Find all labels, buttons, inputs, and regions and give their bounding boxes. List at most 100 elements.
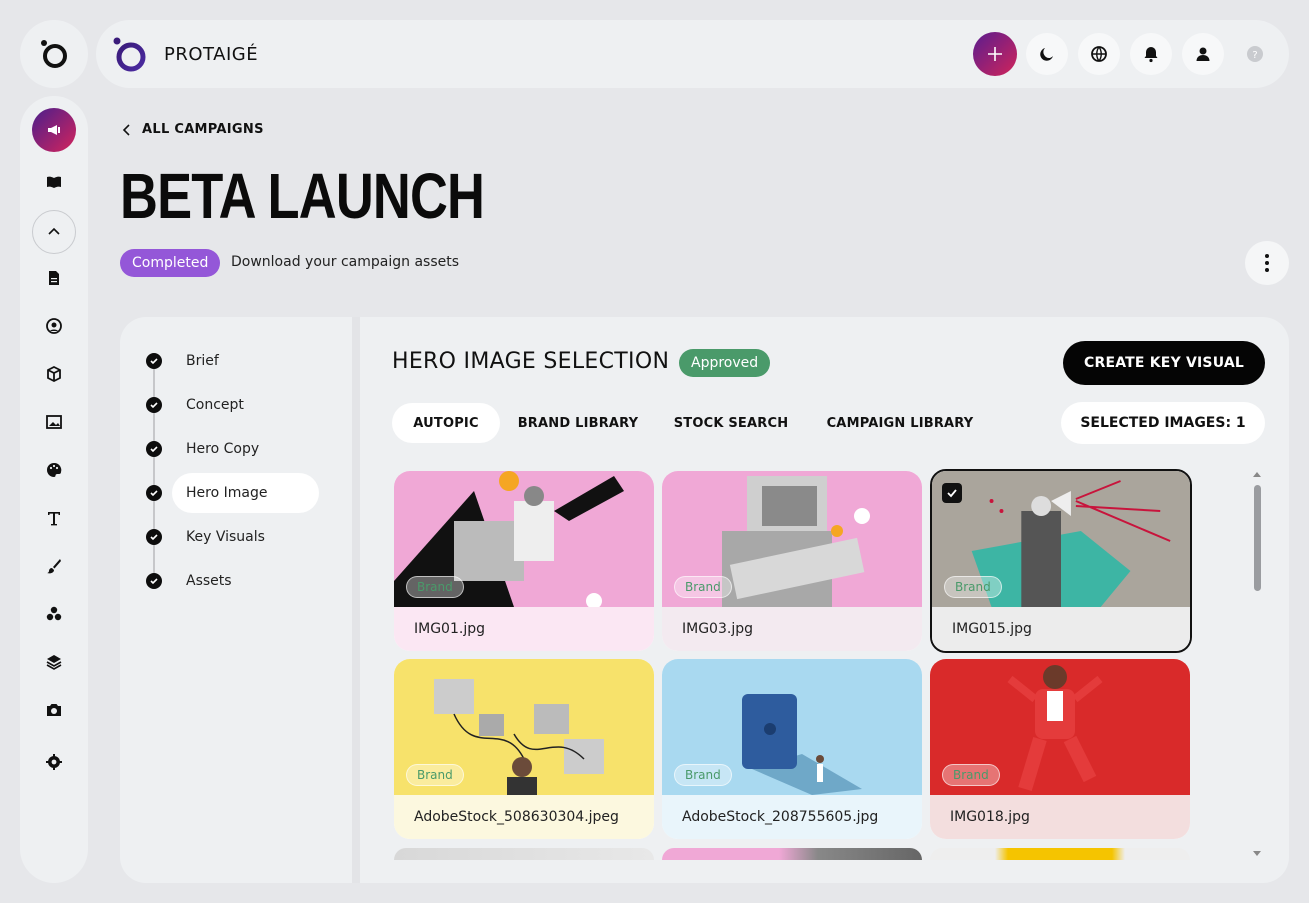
circles-icon [46,606,62,621]
gear-icon [46,754,62,770]
image-tile[interactable]: Brand IMG018.jpg [930,659,1190,839]
plus-icon [988,47,1002,61]
box-icon [47,365,61,383]
style-nav-button[interactable] [32,544,76,588]
selected-checkbox[interactable] [942,483,962,503]
step-hero-copy[interactable]: Hero Copy [146,429,259,469]
step-concept[interactable]: Concept [146,385,244,425]
layers-icon [46,655,62,670]
top-bar: PROTAIGÉ ? [96,20,1289,88]
campaign-card: Brief Concept Hero Copy Hero Image Key V… [120,317,1289,883]
image-tile-selected[interactable]: Brand IMG015.jpg [930,469,1192,653]
brand-badge: Brand [674,576,732,598]
section-title: HERO IMAGE SELECTION [392,349,670,374]
create-button[interactable] [973,32,1017,76]
step-key-visuals[interactable]: Key Visuals [146,517,265,557]
step-label: Key Visuals [186,529,265,545]
image-icon [46,415,62,429]
chevron-up-icon [48,227,60,235]
megaphone-icon [48,125,60,135]
app-logo[interactable] [20,20,88,88]
help-icon: ? [1247,46,1263,62]
scroll-up-arrow-icon [1253,472,1261,477]
brand-badge: Brand [406,764,464,786]
camera-icon [47,704,61,716]
assets-nav-button[interactable] [32,592,76,636]
brand-logo-icon [113,37,146,72]
step-brief[interactable]: Brief [146,341,219,381]
back-link-label: ALL CAMPAIGNS [142,122,264,137]
brush-icon [47,559,61,574]
palette-nav-button[interactable] [32,448,76,492]
more-options-button[interactable] [1245,241,1289,285]
library-nav-button[interactable] [32,160,76,204]
tab-autopic[interactable]: AUTOPIC [392,403,500,443]
approval-badge: Approved [679,349,771,377]
check-icon [146,353,162,369]
brand-name: PROTAIGÉ [164,44,259,65]
step-label: Brief [186,353,219,369]
product-nav-button[interactable] [32,352,76,396]
image-filename: AdobeStock_508630304.jpeg [394,795,654,839]
sidebar [20,96,88,883]
language-button[interactable] [1078,33,1120,75]
brief-nav-button[interactable] [32,256,76,300]
back-to-campaigns-link[interactable]: ALL CAMPAIGNS [122,122,264,137]
step-label: Hero Image [172,473,320,513]
bell-icon [1144,47,1158,63]
image-tile[interactable]: Brand AdobeStock_508630304.jpeg [394,659,654,839]
text-icon [48,512,60,526]
theme-toggle-button[interactable] [1026,33,1068,75]
campaign-nav-button[interactable] [32,108,76,152]
image-tile[interactable]: Brand IMG03.jpg [662,471,922,651]
status-badge: Completed [120,249,221,277]
check-icon [146,441,162,457]
step-label: Concept [186,397,244,413]
image-nav-button[interactable] [32,400,76,444]
typography-nav-button[interactable] [32,496,76,540]
image-grid-scrollbar[interactable] [1251,469,1263,859]
image-filename: IMG015.jpg [932,607,1190,651]
logo-icon [41,40,67,68]
profile-button[interactable] [1182,33,1224,75]
collapse-button[interactable] [32,210,76,254]
globe-icon [1091,46,1107,62]
check-icon [146,529,162,545]
scroll-thumb[interactable] [1254,485,1261,591]
photo-nav-button[interactable] [32,688,76,732]
tab-brand-library[interactable]: BRAND LIBRARY [514,403,642,443]
selected-images-count: SELECTED IMAGES: 1 [1061,402,1265,444]
step-label: Assets [186,573,232,589]
check-icon [947,489,957,498]
chevron-left-icon [122,123,130,136]
tab-stock-search[interactable]: STOCK SEARCH [666,403,796,443]
palette-icon [47,462,62,477]
image-tile-partial[interactable] [394,848,654,860]
step-assets[interactable]: Assets [146,561,232,601]
image-filename: IMG01.jpg [394,607,654,651]
settings-nav-button[interactable] [32,740,76,784]
layers-nav-button[interactable] [32,640,76,684]
tab-campaign-library[interactable]: CAMPAIGN LIBRARY [820,403,980,443]
brand-badge: Brand [944,576,1002,598]
steps-panel: Brief Concept Hero Copy Hero Image Key V… [120,317,360,883]
image-filename: AdobeStock_208755605.jpg [662,795,922,839]
image-tile[interactable]: Brand IMG01.jpg [394,471,654,651]
persona-nav-button[interactable] [32,304,76,348]
image-filename: IMG018.jpg [930,795,1190,839]
step-hero-image[interactable]: Hero Image [146,473,320,513]
image-tile[interactable]: Brand AdobeStock_208755605.jpg [662,659,922,839]
image-tile-partial[interactable] [930,848,1190,860]
check-icon [146,573,162,589]
step-label: Hero Copy [186,441,260,457]
user-circle-icon [46,318,62,334]
brand-badge: Brand [674,764,732,786]
document-icon [49,271,59,285]
image-tile-partial[interactable] [662,848,922,860]
help-button[interactable]: ? [1234,33,1276,75]
create-key-visual-button[interactable]: CREATE KEY VISUAL [1063,341,1265,385]
more-vertical-icon [1265,254,1269,272]
image-filename: IMG03.jpg [662,607,922,651]
moon-icon [1040,48,1053,61]
notifications-button[interactable] [1130,33,1172,75]
